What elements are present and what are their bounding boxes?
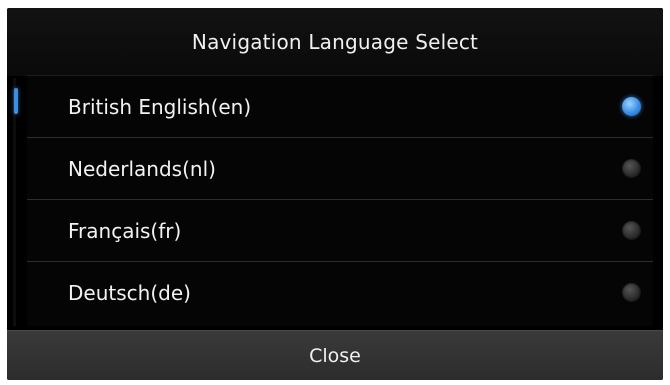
close-button[interactable]: Close — [7, 330, 663, 380]
radio-unselected-icon[interactable] — [622, 221, 641, 240]
language-option-label: British English(en) — [68, 94, 252, 119]
language-option-label: Deutsch(de) — [68, 280, 191, 305]
radio-unselected-icon[interactable] — [622, 159, 641, 178]
language-select-dialog: Navigation Language Select British Engli… — [7, 8, 663, 380]
dialog-title: Navigation Language Select — [191, 30, 479, 54]
language-option-fr[interactable]: Français(fr) — [27, 200, 653, 262]
language-option-de[interactable]: Deutsch(de) — [27, 262, 653, 323]
scrollbar-thumb[interactable] — [14, 88, 18, 114]
language-list: British English(en) Nederlands(nl) Franç… — [27, 75, 653, 326]
scrollbar-track[interactable] — [13, 78, 16, 326]
radio-unselected-icon[interactable] — [622, 283, 641, 302]
dialog-header: Navigation Language Select — [7, 8, 663, 76]
language-option-label: Nederlands(nl) — [68, 156, 216, 181]
language-option-nl[interactable]: Nederlands(nl) — [27, 138, 653, 200]
language-option-en[interactable]: British English(en) — [27, 76, 653, 138]
language-option-label: Français(fr) — [68, 218, 182, 243]
radio-selected-icon[interactable] — [622, 97, 641, 116]
close-button-label: Close — [309, 345, 361, 367]
